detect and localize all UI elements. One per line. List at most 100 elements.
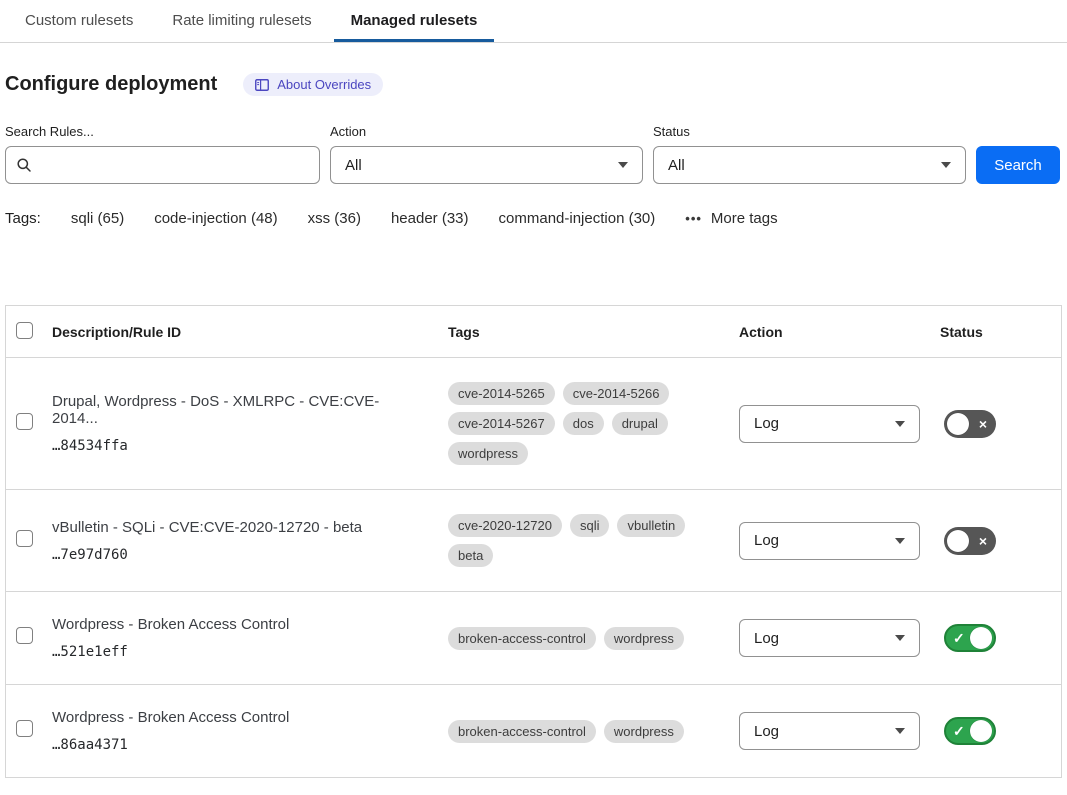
tag-filter-header[interactable]: header (33): [391, 210, 469, 227]
rules-table: Description/Rule ID Tags Action Status D…: [5, 305, 1062, 778]
status-filter-value: All: [668, 157, 685, 174]
search-icon: [16, 157, 32, 173]
tab-managed-rulesets[interactable]: Managed rulesets: [334, 0, 495, 42]
rule-status-cell: ×: [940, 410, 1061, 438]
rule-id: …521e1eff: [52, 644, 424, 660]
tag-filter-command-injection[interactable]: command-injection (30): [499, 210, 656, 227]
rule-tags: broken-access-control wordpress: [448, 720, 739, 743]
rule-tags: broken-access-control wordpress: [448, 627, 739, 650]
tab-bar: Custom rulesetsRate limiting rulesetsMan…: [0, 0, 1067, 43]
page: Configure deployment About Overrides Sea…: [0, 73, 1067, 778]
tag-pill-drupal: drupal: [612, 412, 668, 435]
tag-pill-broken-access-control: broken-access-control: [448, 627, 596, 650]
status-toggle[interactable]: ✓: [944, 624, 996, 652]
header-checkbox-cell: [16, 322, 52, 342]
tag-filter-sqli[interactable]: sqli (65): [71, 210, 124, 227]
page-title: Configure deployment: [5, 73, 217, 96]
action-select[interactable]: Log: [739, 712, 920, 750]
action-select-value: Log: [754, 723, 779, 740]
rule-description: Wordpress - Broken Access Control: [52, 616, 424, 633]
status-filter-group: Status All: [653, 124, 966, 184]
rule-action-cell: Log: [739, 522, 940, 560]
column-header-action: Action: [739, 324, 940, 340]
action-filter-label: Action: [330, 124, 643, 139]
x-icon: ×: [979, 417, 987, 431]
more-tags-button[interactable]: ••• More tags: [685, 210, 777, 227]
tag-pill-dos: dos: [563, 412, 604, 435]
rule-description-cell: Wordpress - Broken Access Control …86aa4…: [52, 709, 448, 753]
row-checkbox-cell: [16, 413, 52, 435]
action-select-value: Log: [754, 532, 779, 549]
tag-pill-sqli: sqli: [570, 514, 610, 537]
chevron-down-icon: [618, 162, 628, 168]
check-icon: ✓: [953, 724, 965, 738]
search-box: [5, 146, 320, 184]
tag-pill-wordpress: wordpress: [604, 627, 684, 650]
tag-pill-beta: beta: [448, 544, 493, 567]
search-button[interactable]: Search: [976, 146, 1060, 184]
rule-action-cell: Log: [739, 405, 940, 443]
status-toggle[interactable]: ×: [944, 527, 996, 555]
tag-pill-broken-access-control: broken-access-control: [448, 720, 596, 743]
row-checkbox[interactable]: [16, 627, 33, 644]
tags-list: sqli (65) code-injection (48) xss (36) head…: [71, 210, 655, 227]
column-header-description: Description/Rule ID: [52, 324, 448, 340]
status-toggle[interactable]: ×: [944, 410, 996, 438]
toggle-knob: [947, 530, 969, 552]
toggle-knob: [970, 627, 992, 649]
about-overrides-label: About Overrides: [277, 77, 371, 92]
book-open-icon: [255, 79, 269, 91]
toggle-knob: [947, 413, 969, 435]
rule-status-cell: ✓: [940, 717, 1061, 745]
status-toggle[interactable]: ✓: [944, 717, 996, 745]
ellipsis-icon: •••: [685, 211, 702, 226]
status-filter-select[interactable]: All: [653, 146, 966, 184]
rule-id: …86aa4371: [52, 737, 424, 753]
column-header-tags: Tags: [448, 324, 739, 340]
tab-rate-limiting-rulesets[interactable]: Rate limiting rulesets: [155, 0, 328, 42]
tag-pill-vbulletin: vbulletin: [617, 514, 685, 537]
select-all-checkbox[interactable]: [16, 322, 33, 339]
table-row: Wordpress - Broken Access Control …521e1…: [6, 592, 1061, 685]
rule-tags: cve-2014-5265cve-2014-5266cve-2014-5267d…: [448, 382, 739, 465]
row-checkbox-cell: [16, 627, 52, 649]
rule-status-cell: ×: [940, 527, 1061, 555]
tag-pill-cve-2014-5267: cve-2014-5267: [448, 412, 555, 435]
rule-description: Wordpress - Broken Access Control: [52, 709, 424, 726]
action-filter-value: All: [345, 157, 362, 174]
rule-action-cell: Log: [739, 712, 940, 750]
action-select[interactable]: Log: [739, 405, 920, 443]
rule-id: …84534ffa: [52, 438, 424, 454]
chevron-down-icon: [895, 421, 905, 427]
chevron-down-icon: [941, 162, 951, 168]
search-field-group: Search Rules...: [5, 124, 320, 184]
action-select[interactable]: Log: [739, 522, 920, 560]
about-overrides-link[interactable]: About Overrides: [243, 73, 383, 96]
action-filter-group: Action All: [330, 124, 643, 184]
tag-pill-wordpress: wordpress: [448, 442, 528, 465]
table-row: Wordpress - Broken Access Control …86aa4…: [6, 685, 1061, 778]
tag-filter-code-injection[interactable]: code-injection (48): [154, 210, 277, 227]
search-input[interactable]: [39, 156, 309, 175]
row-checkbox-cell: [16, 530, 52, 552]
action-select[interactable]: Log: [739, 619, 920, 657]
rule-description-cell: vBulletin - SQLi - CVE:CVE-2020-12720 - …: [52, 519, 448, 563]
more-tags-label: More tags: [711, 210, 778, 227]
rule-action-cell: Log: [739, 619, 940, 657]
rule-description: Drupal, Wordpress - DoS - XMLRPC - CVE:C…: [52, 393, 424, 427]
table-body: Drupal, Wordpress - DoS - XMLRPC - CVE:C…: [6, 358, 1061, 778]
rule-status-cell: ✓: [940, 624, 1061, 652]
row-checkbox[interactable]: [16, 720, 33, 737]
tab-custom-rulesets[interactable]: Custom rulesets: [8, 0, 150, 42]
tag-pill-wordpress: wordpress: [604, 720, 684, 743]
status-filter-label: Status: [653, 124, 966, 139]
action-filter-select[interactable]: All: [330, 146, 643, 184]
column-header-status: Status: [940, 324, 1061, 340]
tags-bar-label: Tags:: [5, 210, 41, 227]
tag-filter-xss[interactable]: xss (36): [308, 210, 361, 227]
row-checkbox[interactable]: [16, 530, 33, 547]
tags-bar: Tags: sqli (65) code-injection (48) xss (3…: [5, 210, 1062, 227]
rule-description-cell: Drupal, Wordpress - DoS - XMLRPC - CVE:C…: [52, 393, 448, 454]
row-checkbox[interactable]: [16, 413, 33, 430]
table-row: vBulletin - SQLi - CVE:CVE-2020-12720 - …: [6, 490, 1061, 592]
